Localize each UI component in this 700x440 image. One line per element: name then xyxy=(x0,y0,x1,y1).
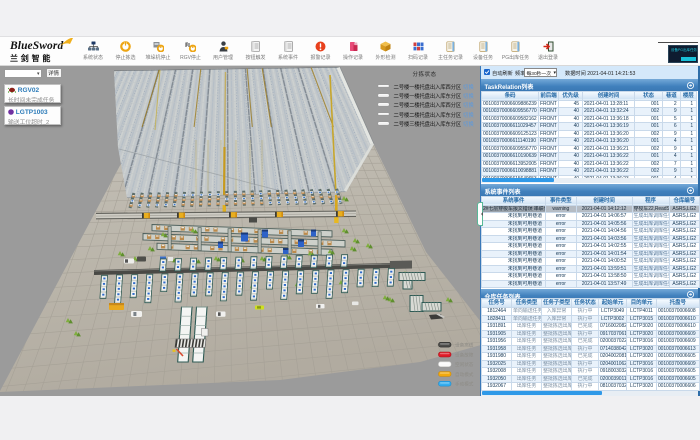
svg-text:设备离线: 设备离线 xyxy=(455,342,474,349)
svg-text:空闲状态: 空闲状态 xyxy=(455,361,474,368)
svg-text:自动模式: 自动模式 xyxy=(455,371,474,378)
svg-text:手动模式: 手动模式 xyxy=(455,381,474,388)
svg-text:设备故障: 设备故障 xyxy=(455,351,474,358)
